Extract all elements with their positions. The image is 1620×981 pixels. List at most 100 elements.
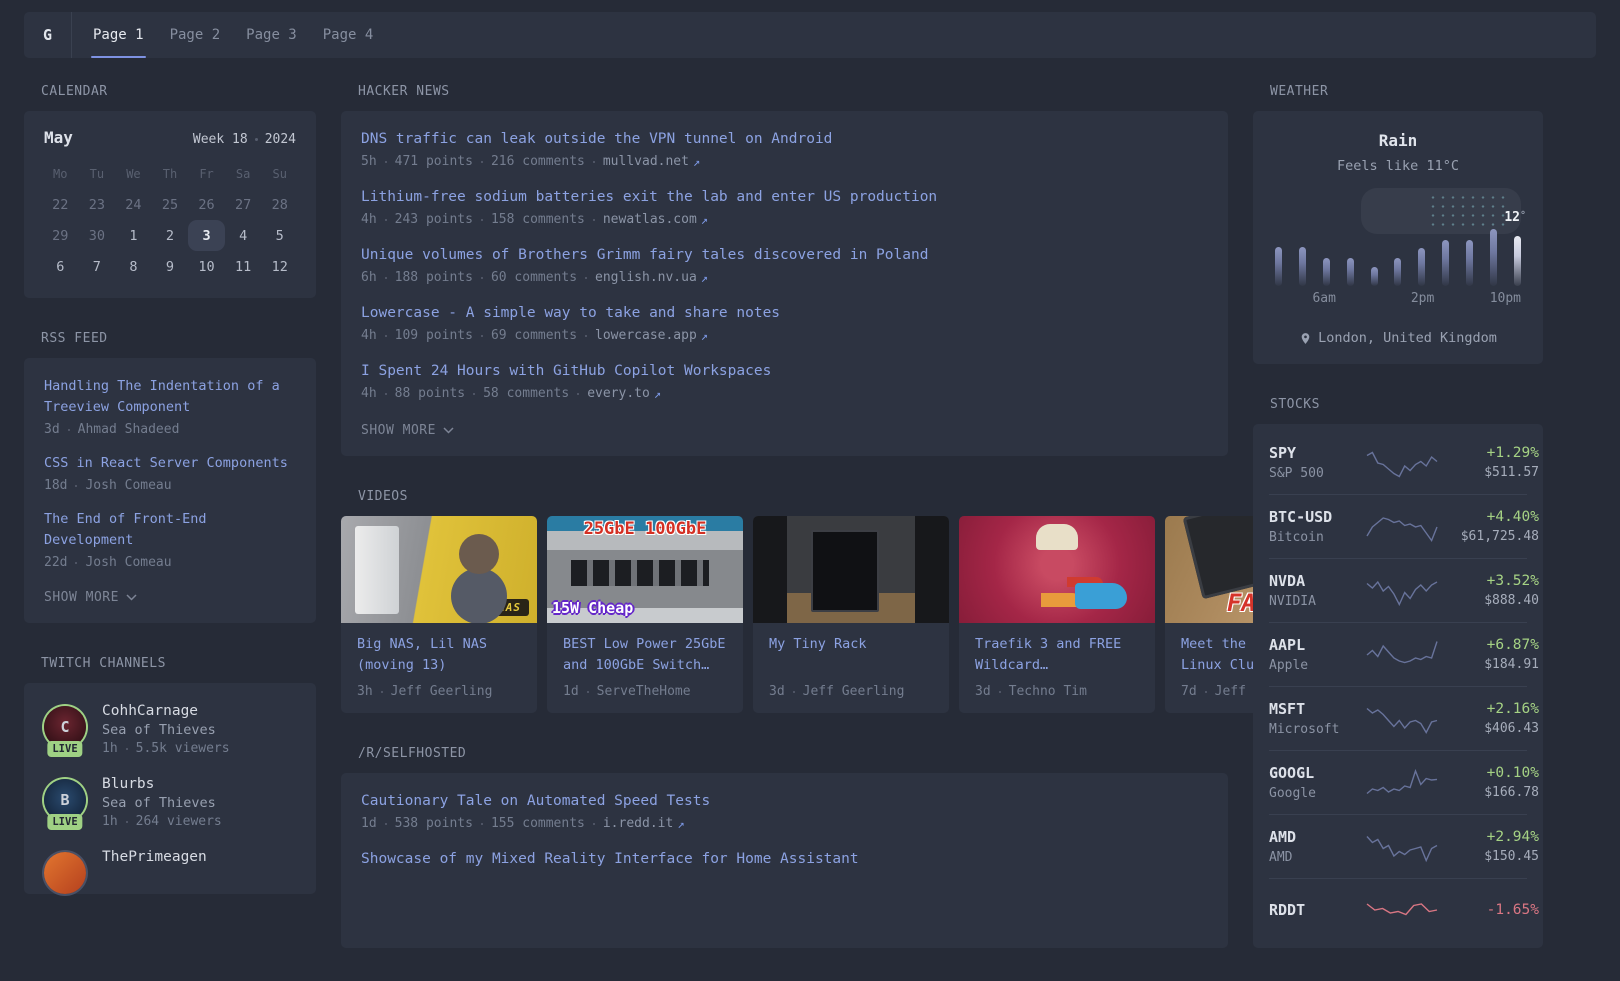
page-tabs: Page 1 Page 2 Page 3 Page 4 <box>72 12 386 58</box>
chevron-down-icon <box>443 427 454 434</box>
meta-text: 158 comments <box>490 212 585 227</box>
weather-hour-label: 2pm <box>1410 291 1435 306</box>
source-domain: every.to <box>587 386 650 401</box>
separator-dot <box>480 334 483 337</box>
selfhosted-item: Cautionary Tale on Automated Speed Tests… <box>361 791 1208 831</box>
video-title[interactable]: Meet the Linux Clu <box>1181 634 1253 676</box>
video-title[interactable]: BEST Low Power 25GbE and 100GbE Switch… <box>563 634 727 676</box>
item-meta: 7d Jeff Geerling <box>1181 684 1253 699</box>
tab-page-3[interactable]: Page 3 <box>233 12 310 58</box>
stock-price: $888.40 <box>1484 593 1539 608</box>
stock-change-percent: +4.40% <box>1486 509 1539 525</box>
video-thumbnail[interactable] <box>753 516 949 623</box>
hacker-news-item-title[interactable]: Lowercase - A simple way to take and sha… <box>361 303 1208 324</box>
stock-identity: RDDT <box>1269 901 1365 919</box>
meta-text: Ahmad Shadeed <box>77 422 180 437</box>
separator-dot <box>792 690 795 693</box>
stock-row: AAPL Apple +6.87% $184.91 <box>1269 622 1539 686</box>
calendar-day: 10 <box>198 258 215 275</box>
section-title-stocks: STOCKS <box>1270 397 1320 412</box>
item-meta: 5h 471 points 216 comments mullvad.net ↗ <box>361 154 1208 169</box>
hacker-news-item: I Spent 24 Hours with GitHub Copilot Wor… <box>361 361 1208 401</box>
calendar-day: 9 <box>165 258 175 275</box>
separator-dot <box>586 690 589 693</box>
hacker-news-item-title[interactable]: I Spent 24 Hours with GitHub Copilot Wor… <box>361 361 1208 382</box>
weather-feels-like: Feels like 11°C <box>1337 158 1459 174</box>
source-domain: lowercase.app <box>595 328 697 343</box>
stock-symbol: MSFT <box>1269 700 1306 718</box>
stock-change-percent: +3.52% <box>1486 573 1539 589</box>
source-link[interactable]: english.nv.ua ↗ <box>595 270 708 285</box>
source-link[interactable]: mullvad.net ↗ <box>603 154 700 169</box>
rss-item-title[interactable]: Handling The Indentation of a Treeview C… <box>44 376 296 418</box>
hacker-news-show-more-button[interactable]: SHOW MORE <box>361 423 454 438</box>
item-meta: 1h 5.5k viewers <box>102 741 230 756</box>
weather-hour-label: 10pm <box>1489 291 1521 306</box>
source-link[interactable]: i.redd.it ↗ <box>603 816 685 831</box>
meta-text: 538 points <box>394 816 473 831</box>
rss-item-title[interactable]: The End of Front-End Development <box>44 509 296 551</box>
meta-text: 6h <box>361 270 377 285</box>
separator-dot <box>592 218 595 221</box>
item-meta: 4h 243 points 158 comments newatlas.com ↗ <box>361 212 1208 227</box>
stock-change-percent: -1.65% <box>1486 902 1539 918</box>
calendar-day: 24 <box>125 196 142 213</box>
meta-text: 3d <box>44 422 60 437</box>
video-thumbnail[interactable]: 25GbE 100GbE 15W Cheap <box>547 516 743 623</box>
hacker-news-item-title[interactable]: Unique volumes of Brothers Grimm fairy t… <box>361 245 1208 266</box>
video-card-body: Traefik 3 and FREE Wildcard… 3d Techno Tim <box>959 623 1155 713</box>
video-card: Traefik 3 and FREE Wildcard… 3d Techno Tim <box>959 516 1155 713</box>
source-link[interactable]: every.to ↗ <box>587 386 661 401</box>
stock-symbol: NVDA <box>1269 572 1306 590</box>
calendar-day: 11 <box>235 258 252 275</box>
selfhosted-item-title[interactable]: Showcase of my Mixed Reality Interface f… <box>361 849 1208 870</box>
stock-values: +3.52% $888.40 <box>1439 573 1539 608</box>
section-title-hacker-news: HACKER NEWS <box>358 84 450 99</box>
stock-sparkline <box>1366 580 1438 606</box>
selfhosted-item-title[interactable]: Cautionary Tale on Automated Speed Tests <box>361 791 1208 812</box>
video-card: 25GbE 100GbE 15W Cheap BEST Low Power 25Gb… <box>547 516 743 713</box>
rss-card: Handling The Indentation of a Treeview C… <box>24 358 316 623</box>
video-thumbnail[interactable]: FAS <box>1165 516 1253 623</box>
calendar-day-selected: 3 <box>188 220 225 251</box>
video-card: My Tiny Rack 3d Jeff Geerling <box>753 516 949 713</box>
stock-sparkline <box>1366 516 1438 542</box>
video-card: FAS Meet the Linux Clu 7d Jeff Geerling <box>1165 516 1253 713</box>
video-thumbnail[interactable]: LIL NAS <box>341 516 537 623</box>
stock-identity: SPY S&P 500 <box>1269 444 1365 481</box>
external-link-icon: ↗ <box>653 386 662 401</box>
twitch-channel-game: Sea of Thieves <box>102 722 216 738</box>
hacker-news-item-title[interactable]: Lithium-free sodium batteries exit the l… <box>361 187 1208 208</box>
video-card-body: My Tiny Rack 3d Jeff Geerling <box>753 623 949 713</box>
weather-section: WEATHER Rain Feels like 11°C 12° 6am 2pm 1… <box>1253 84 1543 364</box>
calendar-weekday: Fr <box>199 167 214 181</box>
video-thumbnail[interactable] <box>959 516 1155 623</box>
section-title-weather: WEATHER <box>1270 84 1329 99</box>
separator-dot <box>384 822 387 825</box>
tab-page-2[interactable]: Page 2 <box>157 12 234 58</box>
hacker-news-item: Lowercase - A simple way to take and sha… <box>361 303 1208 343</box>
selfhosted-item: Showcase of my Mixed Reality Interface f… <box>361 849 1208 870</box>
hacker-news-item-title[interactable]: DNS traffic can leak outside the VPN tun… <box>361 129 1208 150</box>
video-title[interactable]: My Tiny Rack <box>769 634 933 676</box>
stock-identity: AAPL Apple <box>1269 636 1365 673</box>
stock-identity: AMD AMD <box>1269 828 1365 865</box>
twitch-channel-row[interactable]: ThePrimeagen <box>44 849 296 894</box>
stock-sparkline <box>1366 640 1438 663</box>
rss-show-more-button[interactable]: SHOW MORE <box>44 590 137 605</box>
tab-page-1[interactable]: Page 1 <box>80 12 157 58</box>
source-link[interactable]: newatlas.com ↗ <box>603 212 708 227</box>
source-link[interactable]: lowercase.app ↗ <box>595 328 708 343</box>
video-title[interactable]: Big NAS, Lil NAS (moving 13) <box>357 634 521 676</box>
twitch-channel-row[interactable]: B LIVE Blurbs Sea of Thieves 1h 264 viewers <box>44 776 296 830</box>
external-link-icon: ↗ <box>700 328 709 343</box>
rss-item-title[interactable]: CSS in React Server Components <box>44 453 296 474</box>
app-logo[interactable]: G <box>24 12 72 58</box>
center-column: HACKER NEWS DNS traffic can leak outside… <box>341 84 1253 981</box>
separator-dot <box>592 160 595 163</box>
tab-page-4[interactable]: Page 4 <box>310 12 387 58</box>
stock-sparkline <box>1366 903 1438 916</box>
twitch-channel-row[interactable]: C LIVE CohhCarnage Sea of Thieves 1h 5.5k vie… <box>44 703 296 757</box>
video-title[interactable]: Traefik 3 and FREE Wildcard… <box>975 634 1139 676</box>
thumbnail-text: LIL NAS <box>459 599 529 616</box>
